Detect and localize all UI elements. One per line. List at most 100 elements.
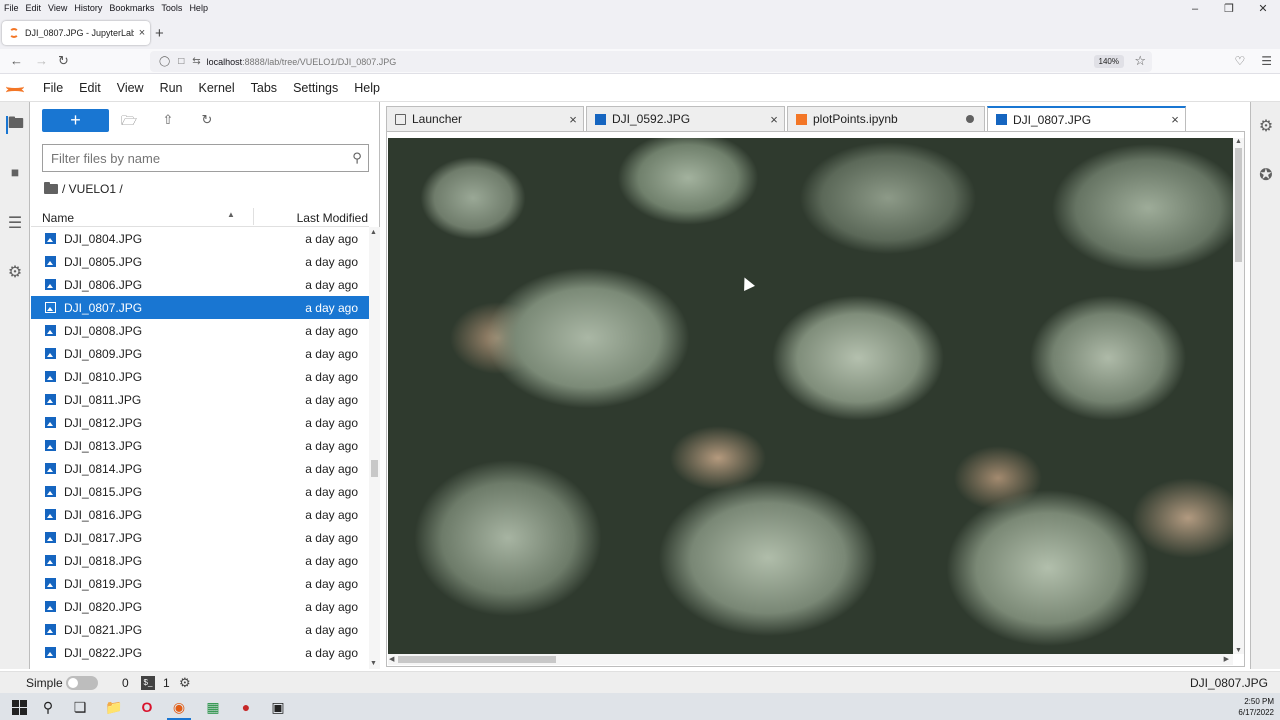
file-row[interactable]: DJI_0822.JPG a day ago	[31, 641, 369, 664]
file-list-scrollbar[interactable]: ▲ ▼	[369, 227, 380, 669]
terminal-icon[interactable]: $_	[141, 676, 155, 690]
menu-tools[interactable]: Tools	[157, 3, 185, 13]
scrollbar-thumb[interactable]	[1235, 148, 1242, 262]
table-of-contents-icon[interactable]: ☰	[6, 214, 24, 232]
jp-menu-kernel[interactable]: Kernel	[191, 81, 243, 95]
upload-icon[interactable]: ⇧	[159, 112, 177, 130]
close-icon[interactable]: ×	[563, 112, 583, 127]
close-icon[interactable]: ×	[1165, 112, 1185, 127]
menu-edit[interactable]: Edit	[22, 3, 45, 13]
kernel-status-icon[interactable]: ⚙	[179, 675, 191, 691]
tab-dji-0807[interactable]: DJI_0807.JPG ×	[987, 106, 1186, 131]
jp-menu-view[interactable]: View	[109, 81, 152, 95]
windows-start-icon[interactable]	[9, 697, 29, 717]
file-row[interactable]: DJI_0817.JPG a day ago	[31, 526, 369, 549]
file-row[interactable]: DJI_0819.JPG a day ago	[31, 572, 369, 595]
task-view-icon[interactable]: ❏	[70, 697, 90, 717]
jp-menu-edit[interactable]: Edit	[71, 81, 109, 95]
permissions-icon[interactable]: ⇆	[192, 56, 200, 67]
aerial-tree-photo[interactable]	[388, 138, 1233, 654]
file-row[interactable]: DJI_0813.JPG a day ago	[31, 434, 369, 457]
column-divider[interactable]	[253, 208, 254, 225]
firefox-icon[interactable]: ◉	[169, 697, 189, 717]
zoom-level[interactable]: 140%	[1093, 55, 1124, 68]
jp-menu-file[interactable]: File	[35, 81, 71, 95]
menu-history[interactable]: History	[70, 3, 105, 13]
url-bar[interactable]: ◯ □ ⇆ localhost:8888/lab/tree/VUELO1/DJI…	[150, 51, 1152, 72]
scrollbar-thumb[interactable]	[398, 656, 556, 663]
forward-icon[interactable]: →	[35, 53, 48, 68]
system-clock[interactable]: 2:50 PM 6/17/2022	[1238, 696, 1274, 718]
terminal-app-icon[interactable]: ▣	[268, 697, 288, 717]
new-tab-icon[interactable]: +	[155, 25, 164, 42]
folder-icon[interactable]: 🖿	[6, 115, 24, 134]
running-sessions-icon[interactable]: ⏹	[6, 165, 24, 183]
spreadsheet-icon[interactable]: ▦	[203, 697, 223, 717]
file-row[interactable]: DJI_0808.JPG a day ago	[31, 319, 369, 342]
file-row[interactable]: DJI_0816.JPG a day ago	[31, 503, 369, 526]
debugger-icon[interactable]: ✪	[1257, 165, 1275, 184]
file-explorer-icon[interactable]: 📁	[104, 697, 124, 717]
menu-bookmarks[interactable]: Bookmarks	[105, 3, 157, 13]
close-tab-icon[interactable]: ×	[134, 27, 150, 39]
file-row[interactable]: DJI_0815.JPG a day ago	[31, 480, 369, 503]
filter-files-input[interactable]	[43, 146, 346, 170]
url-text[interactable]: localhost:8888/lab/tree/VUELO1/DJI_0807.…	[207, 57, 397, 67]
tab-launcher[interactable]: Launcher ×	[386, 106, 584, 131]
search-icon[interactable]: ⚲	[38, 697, 58, 717]
file-row[interactable]: DJI_0812.JPG a day ago	[31, 411, 369, 434]
viewer-vertical-scrollbar[interactable]: ▲ ▼	[1233, 138, 1244, 654]
sort-ascending-icon[interactable]: ▲	[227, 210, 235, 219]
file-row[interactable]: DJI_0809.JPG a day ago	[31, 342, 369, 365]
file-row[interactable]: DJI_0806.JPG a day ago	[31, 273, 369, 296]
jp-menu-tabs[interactable]: Tabs	[243, 81, 285, 95]
file-row[interactable]: DJI_0810.JPG a day ago	[31, 365, 369, 388]
property-inspector-icon[interactable]: ⚙	[1257, 116, 1275, 135]
file-row[interactable]: DJI_0807.JPG a day ago	[31, 296, 369, 319]
menu-file[interactable]: File	[0, 3, 22, 13]
close-icon[interactable]: ×	[764, 112, 784, 127]
menu-help[interactable]: Help	[185, 3, 211, 13]
file-row[interactable]: DJI_0821.JPG a day ago	[31, 618, 369, 641]
file-row[interactable]: DJI_0818.JPG a day ago	[31, 549, 369, 572]
scroll-down-icon[interactable]: ▼	[370, 660, 377, 667]
menu-view[interactable]: View	[44, 3, 70, 13]
pocket-icon[interactable]: ♡	[1234, 54, 1245, 68]
file-row[interactable]: DJI_0805.JPG a day ago	[31, 250, 369, 273]
scroll-down-icon[interactable]: ▼	[1235, 647, 1242, 654]
scroll-left-icon[interactable]: ◀	[389, 655, 394, 663]
reload-icon[interactable]: ↻	[58, 53, 69, 69]
browser-tab[interactable]: DJI_0807.JPG - JupyterLab ×	[2, 21, 150, 45]
breadcrumb-path[interactable]: / VUELO1 /	[62, 182, 123, 196]
viewer-horizontal-scrollbar[interactable]: ◀ ▶	[388, 654, 1233, 665]
file-row[interactable]: DJI_0814.JPG a day ago	[31, 457, 369, 480]
new-launcher-button[interactable]: +	[42, 109, 109, 132]
hamburger-menu-icon[interactable]: ☰	[1261, 54, 1272, 68]
tracking-shield-icon[interactable]: ◯	[159, 56, 170, 67]
simple-mode-toggle[interactable]	[66, 676, 98, 690]
jp-menu-run[interactable]: Run	[152, 81, 191, 95]
scroll-up-icon[interactable]: ▲	[1235, 138, 1242, 145]
scrollbar-thumb[interactable]	[371, 460, 378, 477]
terminal-count[interactable]: 1	[163, 676, 170, 690]
bookmark-star-icon[interactable]: ☆	[1134, 53, 1146, 69]
column-last-modified[interactable]: Last Modified	[297, 211, 368, 225]
opera-icon[interactable]: O	[137, 697, 157, 717]
refresh-icon[interactable]: ↻	[198, 112, 216, 130]
file-row[interactable]: DJI_0820.JPG a day ago	[31, 595, 369, 618]
column-name[interactable]: Name	[42, 211, 74, 225]
app-icon[interactable]: ●	[236, 697, 256, 717]
back-icon[interactable]: ←	[10, 53, 23, 68]
new-folder-icon[interactable]: 🗁	[120, 112, 138, 130]
jp-menu-settings[interactable]: Settings	[285, 81, 346, 95]
kernel-count[interactable]: 0	[122, 676, 129, 690]
tab-plotpoints-notebook[interactable]: plotPoints.ipynb	[787, 106, 985, 131]
tab-dji-0592[interactable]: DJI_0592.JPG ×	[586, 106, 785, 131]
jp-menu-help[interactable]: Help	[346, 81, 388, 95]
scroll-right-icon[interactable]: ▶	[1224, 655, 1229, 663]
unsaved-dot-icon[interactable]	[966, 115, 974, 123]
page-icon[interactable]: □	[178, 56, 184, 67]
extension-puzzle-icon[interactable]: ⚙	[6, 263, 24, 281]
scroll-up-icon[interactable]: ▲	[370, 229, 377, 236]
file-row[interactable]: DJI_0804.JPG a day ago	[31, 227, 369, 250]
